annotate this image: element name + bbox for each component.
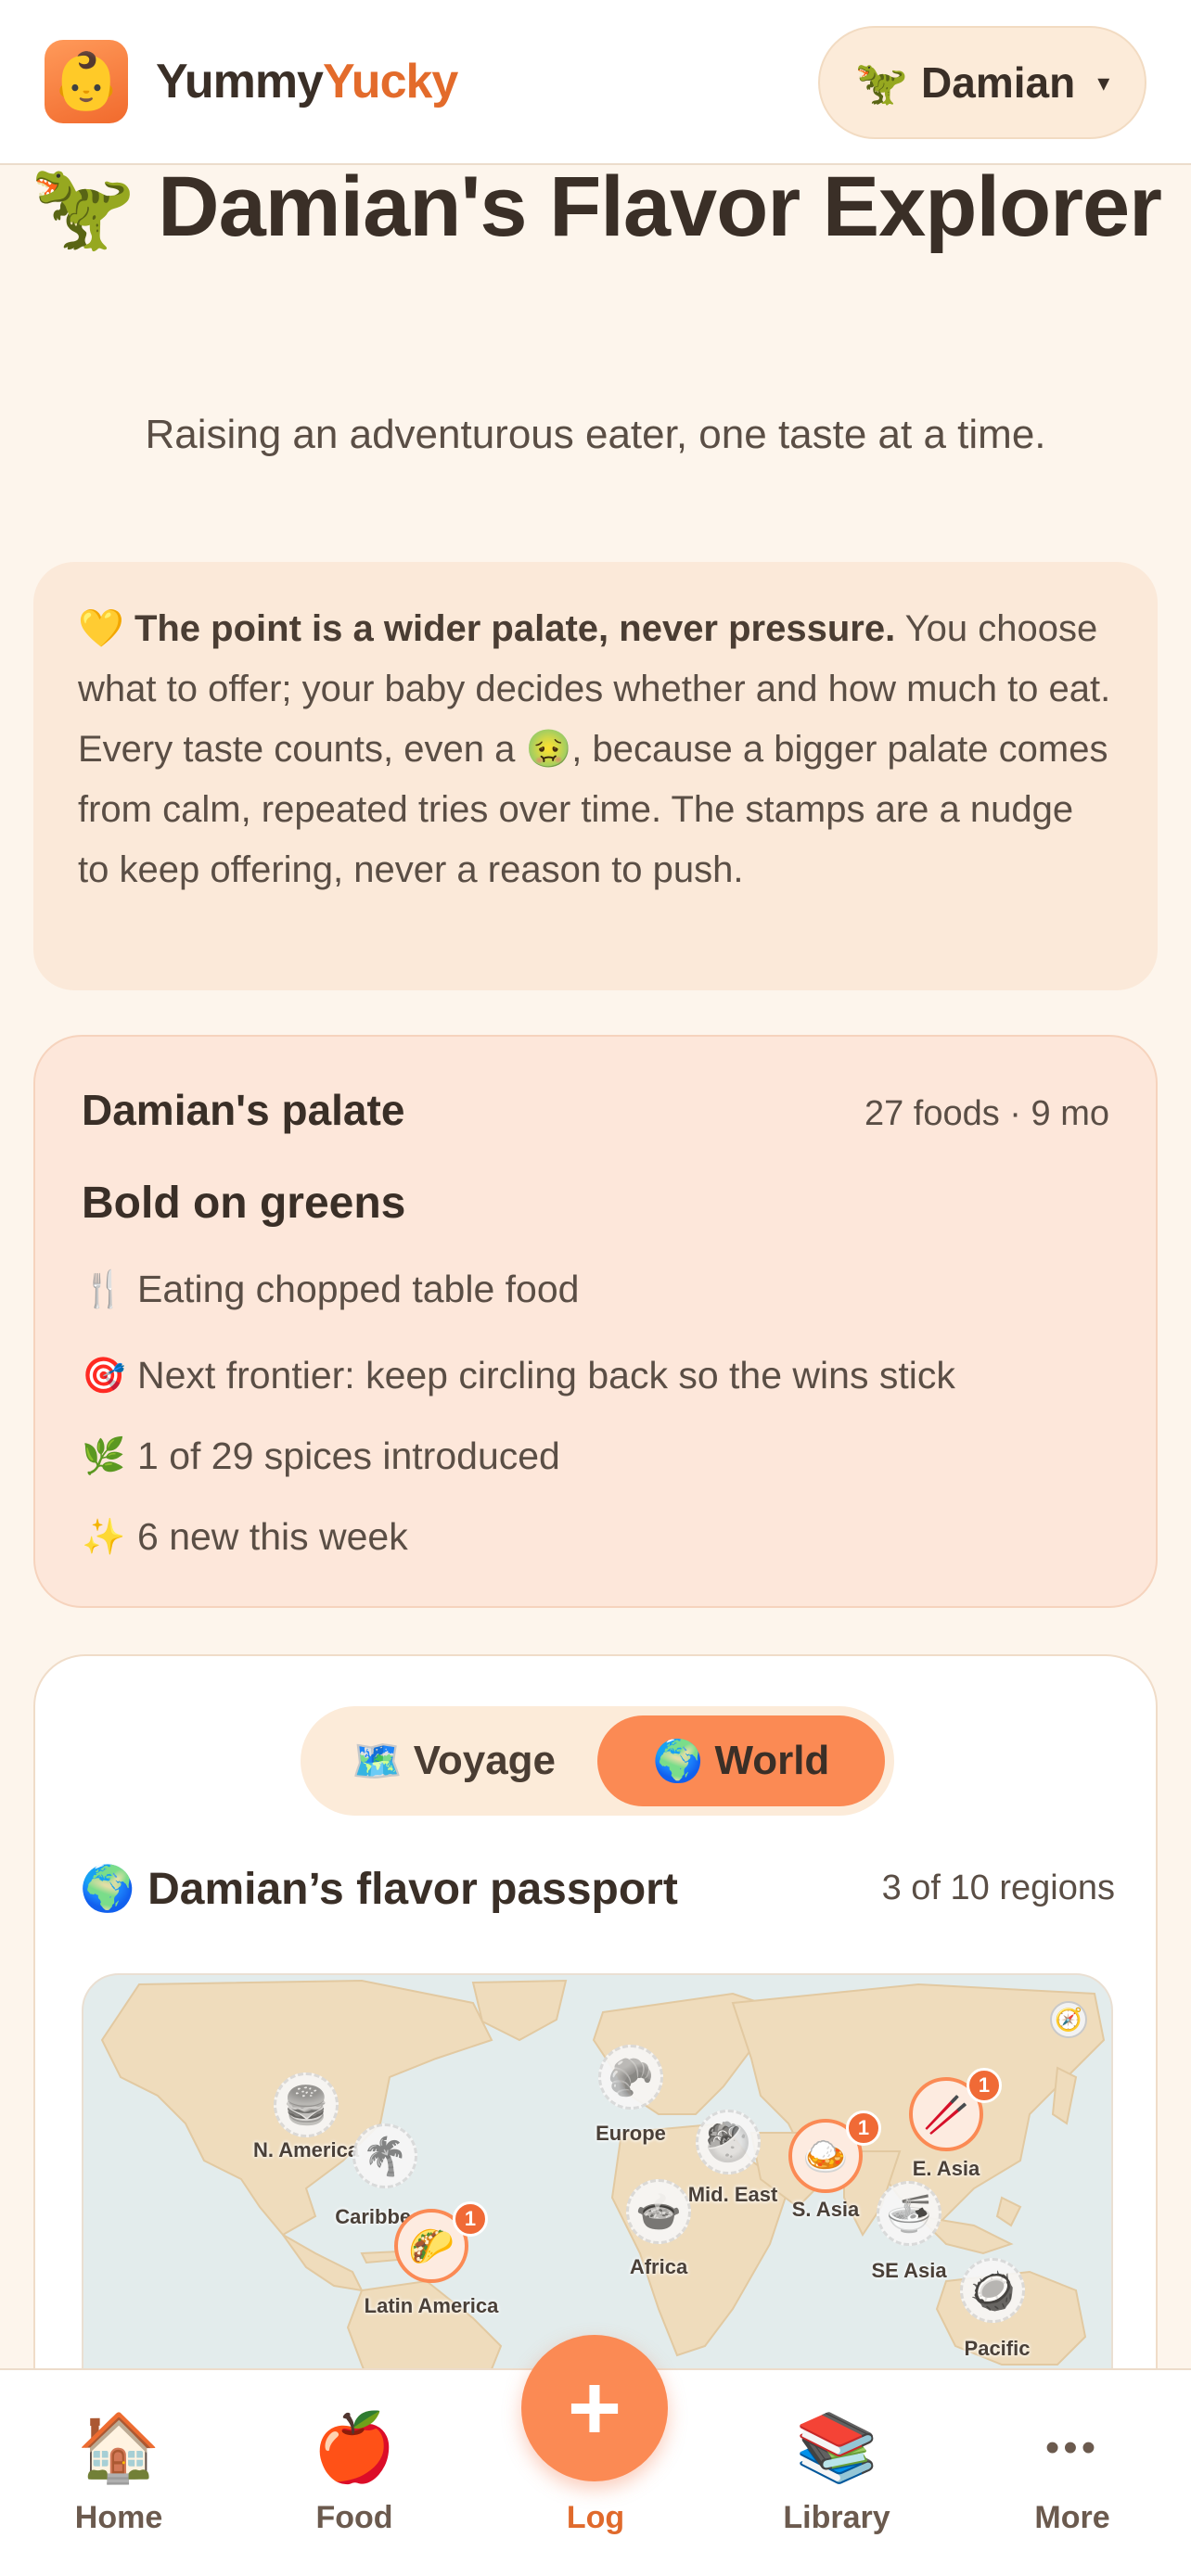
stamp-caribbean[interactable]: 🌴 [352,2123,417,2188]
stamp-north-america[interactable]: 🍔 [274,2072,339,2137]
stamp-europe[interactable]: 🥐 [598,2045,663,2110]
tab-voyage-label: Voyage [413,1738,557,1783]
chevron-down-icon: ▾ [1097,68,1110,96]
nav-food[interactable]: 🍎 Food [262,2411,447,2536]
stew-icon: 🍲 [635,2191,682,2233]
region-label-north-america: N. America [252,2138,360,2162]
baby-face-icon[interactable]: 👶 [45,40,128,123]
palate-card[interactable]: Damian's palate 27 foods · 9 mo Bold on … [33,1035,1158,1608]
region-count-badge: 1 [453,2201,488,2237]
nav-library-label: Library [783,2500,890,2535]
palate-line-text: Next frontier: keep circling back so the… [137,1354,955,1396]
stamp-southeast-asia[interactable]: 🍜 [877,2181,941,2246]
palate-line-text: 1 of 29 spices introduced [137,1435,560,1477]
palate-line: 🍴 Eating chopped table food [82,1268,1109,1311]
region-label-east-asia: E. Asia [912,2157,980,2180]
more-dots-icon: ••• [1044,2425,1100,2470]
tab-world[interactable]: 🌍 World [597,1715,885,1806]
region-label-pacific: Pacific [964,2337,1031,2360]
nav-more-label: More [1034,2500,1110,2535]
philosophy-note: 💛 The point is a wider palate, never pre… [33,562,1158,990]
region-label-south-asia: S. Asia [791,2198,860,2221]
brand-part-1: Yummy [156,55,324,108]
dinosaur-icon: 🦖 [854,57,909,107]
child-switcher-button[interactable]: 🦖 Damian ▾ [818,26,1146,139]
croissant-icon: 🥐 [608,2057,654,2098]
note-bold-text: The point is a wider palate, never press… [134,608,896,649]
apple-icon: 🍎 [313,2411,396,2485]
noodle-bowl-icon: 🍜 [886,2193,932,2235]
brand-wordmark[interactable]: YummyYucky [156,54,458,109]
nauseated-face-icon: 🤢 [525,729,572,770]
page-title: 🦖 Damian's Flavor Explorer [30,159,1162,254]
books-icon: 📚 [795,2411,878,2485]
palate-trait: Bold on greens [82,1179,406,1228]
view-toggle: 🗺️ Voyage 🌍 World [301,1706,894,1816]
nav-library[interactable]: 📚 Library [744,2411,929,2536]
chopsticks-icon: 🥢 [923,2094,969,2136]
curry-icon: 🍛 [802,2136,849,2177]
brand-part-2: Yucky [322,55,458,108]
region-label-europe: Europe [596,2122,666,2145]
child-name: Damian [921,58,1076,107]
target-icon: 🎯 [82,1356,126,1396]
region-label-africa: Africa [629,2255,688,2278]
app-screen: 👶 YummyYucky 🦖 Damian ▾ 🦖 Damian's Flavo… [0,0,1191,2576]
plus-icon: + [567,2356,622,2460]
house-icon: 🏠 [77,2411,160,2485]
palate-line: 🎯 Next frontier: keep circling back so t… [82,1354,1109,1397]
tab-voyage[interactable]: 🗺️ Voyage [310,1715,597,1806]
logo-glyph: 👶 [51,50,122,112]
palate-title: Damian's palate [82,1086,405,1134]
top-bar: 👶 YummyYucky 🦖 Damian ▾ [0,0,1191,165]
nav-more[interactable]: ••• More [980,2411,1165,2536]
nav-log-label: Log [566,2500,625,2535]
tab-world-label: World [714,1738,830,1783]
region-label-latin-america: Latin America [364,2294,499,2317]
stamp-middle-east[interactable]: 🥙 [696,2110,761,2174]
herb-icon: 🌿 [82,1436,126,1476]
region-label-middle-east: Mid. East [687,2183,778,2206]
taco-icon: 🌮 [408,2225,455,2267]
fork-knife-icon: 🍴 [82,1269,126,1309]
nav-food-label: Food [315,2500,393,2535]
coconut-icon: 🥥 [969,2270,1016,2312]
palate-line: 🌿 1 of 29 spices introduced [82,1435,1109,1478]
add-log-button[interactable]: + [521,2335,668,2481]
yellow-heart-icon: 💛 [78,608,124,649]
compass-icon[interactable]: 🧭 [1050,2001,1087,2038]
nav-home-label: Home [74,2500,163,2535]
globe-icon: 🌍 [652,1739,704,1784]
map-icon: 🗺️ [351,1739,403,1784]
palate-line: ✨ 6 new this week [82,1515,1109,1559]
stamp-africa[interactable]: 🍲 [626,2179,691,2244]
pita-icon: 🥙 [705,2122,751,2163]
palm-tree-icon: 🌴 [362,2136,408,2177]
palate-line-text: Eating chopped table food [137,1268,580,1310]
stamp-pacific[interactable]: 🥥 [960,2258,1025,2323]
burger-icon: 🍔 [283,2085,329,2126]
passport-count: 3 of 10 regions [881,1868,1115,1907]
page-subtitle: Raising an adventurous eater, one taste … [145,412,1046,457]
region-count-badge: 1 [967,2068,1002,2103]
nav-home[interactable]: 🏠 Home [26,2411,211,2536]
region-label-southeast-asia: SE Asia [871,2259,947,2282]
palate-line-text: 6 new this week [137,1515,408,1558]
sparkles-icon: ✨ [82,1517,126,1557]
region-count-badge: 1 [846,2111,881,2146]
palate-meta: 27 foods · 9 mo [864,1094,1109,1133]
passport-title: 🌍 Damian’s flavor passport [80,1865,678,1914]
